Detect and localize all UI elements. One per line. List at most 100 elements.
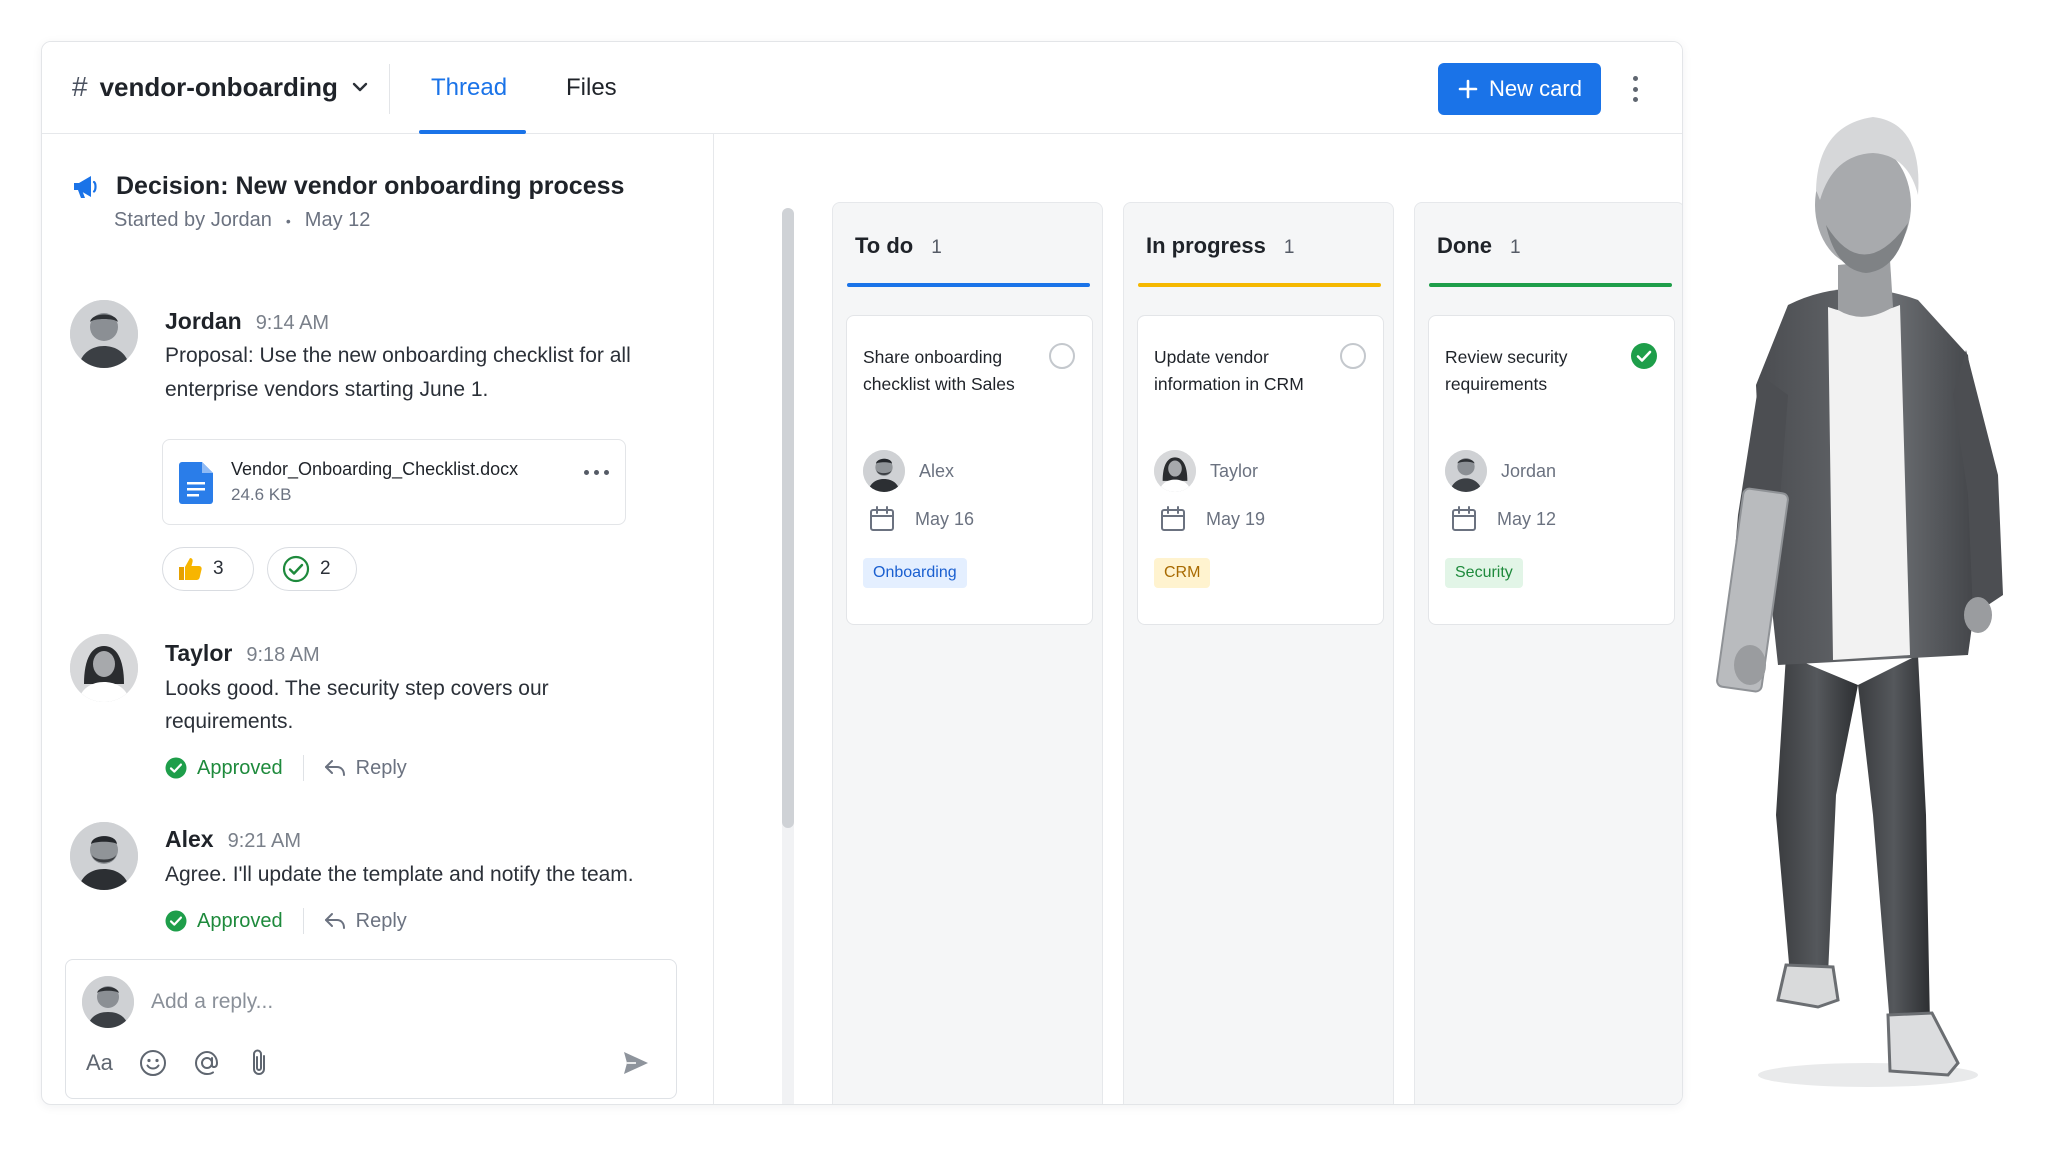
column-count: 1 (931, 237, 942, 258)
file-attachment[interactable]: Vendor_Onboarding_Checklist.docx 24.6 KB (162, 439, 626, 525)
file-size: 24.6 KB (231, 485, 292, 504)
message-text: Agree. I'll update the template and noti… (165, 863, 634, 886)
calendar-icon (1452, 506, 1476, 531)
reaction-count: 2 (320, 558, 331, 579)
message-actions: Approved Reply (165, 908, 407, 934)
column-header: In progress 1 (1146, 233, 1295, 258)
meta-separator: • (285, 212, 291, 229)
person-illustration (1716, 117, 2003, 1087)
app-window: # vendor-onboarding Thread Files New car… (41, 41, 1683, 1105)
avatar-taylor[interactable] (70, 634, 138, 702)
calendar-icon (1161, 506, 1185, 531)
thread-meta: Started by Jordan • May 12 (114, 209, 370, 232)
format-text-button[interactable]: Aa (86, 1050, 113, 1076)
task-card[interactable]: Review security requirements Jordan May … (1428, 315, 1675, 625)
action-divider (302, 755, 304, 781)
column-color-bar (1429, 283, 1672, 287)
card-assignee: Taylor (1154, 450, 1258, 492)
composer-toolbar: Aa (86, 1048, 271, 1078)
approved-status[interactable]: Approved (165, 757, 283, 780)
reply-button[interactable]: Reply (324, 757, 407, 780)
column-color-bar (1138, 283, 1381, 287)
channel-switcher[interactable]: # vendor-onboarding (72, 71, 370, 103)
column-color-bar (847, 283, 1090, 287)
card-due-date: May 16 (869, 506, 974, 532)
thread-title: Decision: New vendor onboarding process (72, 172, 624, 201)
chevron-down-icon (352, 82, 368, 92)
card-due-date: May 12 (1451, 506, 1556, 532)
new-card-label: New card (1489, 76, 1582, 101)
check-circle-filled-icon (165, 757, 187, 779)
card-tag: Onboarding (863, 558, 967, 588)
card-assignee: Alex (863, 450, 954, 492)
avatar-jordan[interactable] (70, 300, 138, 368)
more-options-icon[interactable] (1623, 72, 1647, 106)
send-icon[interactable] (622, 1050, 650, 1076)
new-card-button[interactable]: New card (1438, 63, 1601, 115)
author-name: Taylor 9:18 AM (165, 640, 320, 666)
reply-composer: Add a reply... Aa (65, 959, 677, 1099)
column-done: Done 1 Review security requirements Jorda… (1414, 202, 1682, 1104)
hash-icon: # (72, 71, 88, 102)
column-count: 1 (1283, 237, 1295, 258)
column-header: Done 1 (1437, 233, 1521, 258)
calendar-icon (870, 506, 894, 531)
reply-button[interactable]: Reply (324, 910, 407, 933)
message-actions: Approved Reply (165, 755, 407, 781)
approved-status[interactable]: Approved (165, 910, 283, 933)
card-title: Update vendor information in CRM (1154, 347, 1304, 394)
started-by: Started by Jordan (114, 209, 272, 231)
reaction-count: 3 (213, 558, 224, 579)
reply-icon (324, 760, 345, 776)
current-user-avatar (82, 976, 134, 1028)
avatar-jordan (1445, 450, 1487, 492)
incomplete-circle-icon[interactable] (1339, 342, 1367, 370)
task-card[interactable]: Share onboarding checklist with Sales Al… (846, 315, 1093, 625)
reply-input[interactable]: Add a reply... (151, 990, 273, 1014)
card-assignee: Jordan (1445, 450, 1556, 492)
author-name: Jordan 9:14 AM (165, 308, 330, 334)
message-text: Looks good. The security step covers our… (165, 677, 549, 733)
mention-icon[interactable] (193, 1049, 221, 1077)
channel-name: vendor-onboarding (99, 71, 338, 102)
author-name: Alex 9:21 AM (165, 826, 301, 852)
card-tag: CRM (1154, 558, 1211, 588)
card-due-date: May 19 (1160, 506, 1265, 532)
card-tag: Security (1445, 558, 1523, 588)
started-date: May 12 (304, 209, 371, 231)
card-title: Review security requirements (1445, 347, 1568, 394)
emoji-icon[interactable] (139, 1049, 167, 1077)
avatar-alex[interactable] (70, 822, 138, 890)
column-header: To do 1 (855, 233, 942, 258)
avatar-alex (863, 450, 905, 492)
column-count: 1 (1510, 237, 1521, 258)
tab-thread[interactable]: Thread (431, 74, 507, 102)
message-time: 9:18 AM (246, 644, 320, 666)
task-card[interactable]: Update vendor information in CRM Taylor … (1137, 315, 1384, 625)
column-in-progress: In progress 1 Update vendor information i… (1123, 202, 1394, 1104)
message-time: 9:21 AM (227, 830, 301, 852)
reaction-thumbs-up[interactable]: 3 (162, 547, 254, 591)
message-text: Proposal: Use the new onboarding checkli… (165, 344, 631, 401)
file-name: Vendor_Onboarding_Checklist.docx (231, 459, 519, 479)
header: # vendor-onboarding Thread Files New car… (42, 42, 1682, 134)
tab-files[interactable]: Files (566, 74, 617, 102)
column-to-do: To do 1 Share onboarding checklist with S… (832, 202, 1103, 1104)
incomplete-circle-icon[interactable] (1048, 342, 1076, 370)
action-divider (302, 908, 304, 934)
attachment-icon[interactable] (247, 1048, 271, 1078)
reaction-check[interactable]: 2 (267, 547, 357, 591)
complete-check-icon[interactable] (1630, 342, 1658, 370)
thread-scrollbar-thumb[interactable] (782, 208, 794, 828)
message-time: 9:14 AM (255, 312, 330, 334)
thumbs-up-icon (179, 558, 202, 580)
check-circle-filled-icon (165, 910, 187, 932)
more-horizontal-icon[interactable] (584, 470, 609, 475)
thread-title-text: Decision: New vendor onboarding process (116, 172, 625, 200)
megaphone-icon (74, 175, 97, 198)
document-icon (179, 462, 213, 504)
check-circle-icon (282, 555, 310, 583)
thread-panel: Decision: New vendor onboarding process … (42, 134, 714, 1104)
plus-icon (1458, 79, 1478, 99)
reply-icon (324, 913, 345, 929)
